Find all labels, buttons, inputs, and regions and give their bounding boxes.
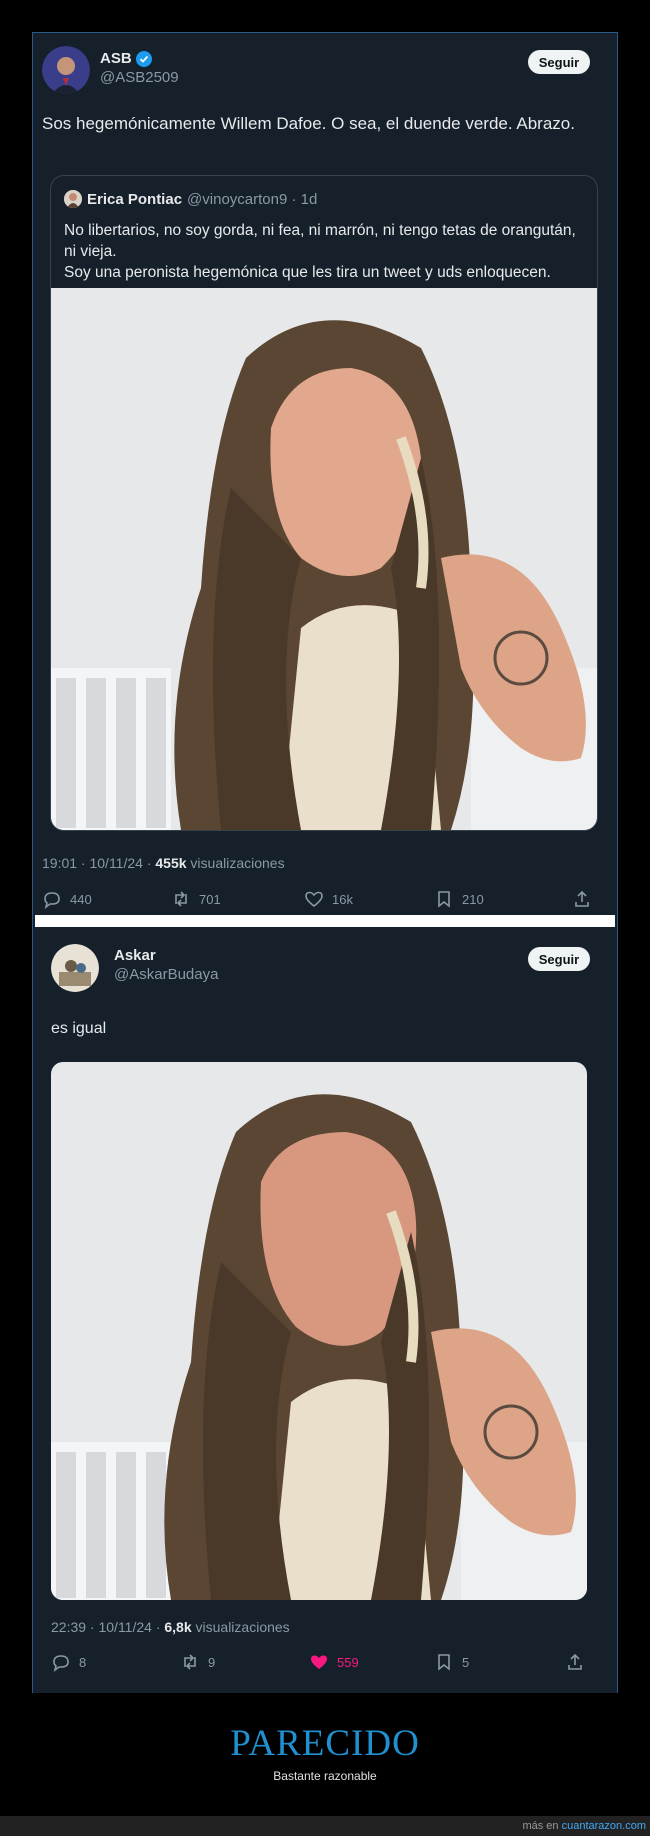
share-icon [575,890,589,907]
image-divider [35,915,615,927]
quoted-avatar [64,190,82,208]
heart-icon [305,891,323,908]
follow-button[interactable]: Seguir [528,50,590,74]
quoted-text-line: ni vieja. [64,243,117,260]
quoted-tweet-photo[interactable] [51,288,597,830]
like-button[interactable]: 16k [304,889,353,909]
bookmark-icon [438,891,450,908]
retweet-icon [175,891,187,907]
reply-button[interactable]: 8 [51,1652,86,1672]
footer-text: más en cuantarazon.com [522,1820,646,1832]
like-count: 559 [337,1654,359,1670]
views-label: visualizaciones [191,1619,290,1635]
reply-icon [44,892,60,909]
tweet-actions: 440 701 16k 210 [42,889,608,913]
retweet-button[interactable]: 701 [171,889,221,909]
tweet-text: es igual [51,1020,107,1037]
author-handle[interactable]: @AskarBudaya [114,966,218,983]
reply-count: 8 [79,1654,87,1670]
tweet-timestamp[interactable]: 22:39 · 10/11/24 · [51,1619,164,1635]
author-name-row[interactable]: Askar [114,947,156,964]
author-name: Askar [114,947,156,964]
tweet-actions: 8 9 559 5 [51,1652,607,1676]
tweet-photo[interactable] [51,1062,587,1600]
tweet-timestamp[interactable]: 19:01 · 10/11/24 · [42,855,155,871]
like-button[interactable]: 559 [309,1652,359,1672]
author-name-row[interactable]: ASB [100,50,152,67]
tweet-meta: 19:01 · 10/11/24 · 455k visualizaciones [42,855,285,871]
footer-prefix: más en [522,1820,562,1832]
author-name: ASB [100,50,132,67]
like-count: 16k [332,891,353,907]
retweet-count: 9 [208,1654,216,1670]
bookmark-count: 5 [462,1654,470,1670]
tweet-meta: 22:39 · 10/11/24 · 6,8k visualizaciones [51,1619,290,1635]
quoted-author-name: Erica Pontiac [87,190,183,208]
author-handle[interactable]: @ASB2509 [100,69,179,86]
bookmark-icon [438,1654,450,1671]
share-button[interactable] [565,1652,585,1672]
share-icon [568,1653,582,1670]
reply-count: 440 [70,891,92,907]
quoted-tweet[interactable]: Erica Pontiac @vinoycarton9 · 1d No libe… [50,175,598,831]
reply-button[interactable]: 440 [42,889,92,909]
views-count: 6,8k [164,1619,192,1635]
quoted-tweet-header: Erica Pontiac @vinoycarton9 · 1d [64,190,317,208]
views-count: 455k [155,855,187,871]
quoted-text-line: No libertarios, no soy gorda, ni fea, ni… [64,222,576,239]
avatar[interactable] [42,46,90,94]
avatar[interactable] [51,944,99,992]
site-footer: más en cuantarazon.com [0,1816,650,1836]
caption-subtitle: Bastante razonable [273,1769,377,1783]
tweet-asb: ASB @ASB2509 Seguir Sos hegemónicamente … [33,33,617,915]
quoted-tweet-text: No libertarios, no soy gorda, ni fea, ni… [64,220,589,283]
quoted-text-line: Soy una peronista hegemónica que les tir… [64,264,551,281]
views-label: visualizaciones [186,855,285,871]
tweet-askar: Askar @AskarBudaya Seguir es igual 22:39… [33,927,617,1693]
bookmark-count: 210 [462,891,484,907]
quoted-author-meta: @vinoycarton9 · 1d [187,190,318,208]
tweet-text: Sos hegemónicamente Willem Dafoe. O sea,… [42,114,575,133]
follow-button[interactable]: Seguir [528,947,590,971]
retweet-count: 701 [199,891,221,907]
retweet-button[interactable]: 9 [180,1652,215,1672]
bookmark-button[interactable]: 210 [434,889,484,909]
footer-link[interactable]: cuantarazon.com [562,1820,646,1832]
caption-title: PARECIDO [230,1723,420,1764]
bookmark-button[interactable]: 5 [434,1652,469,1672]
verified-badge-icon [135,50,152,67]
share-button[interactable] [572,889,592,909]
heart-filled-icon [311,1655,327,1669]
screenshot-frame: ASB @ASB2509 Seguir Sos hegemónicamente … [32,32,618,1693]
reply-icon [53,1655,69,1672]
retweet-icon [184,1654,196,1670]
